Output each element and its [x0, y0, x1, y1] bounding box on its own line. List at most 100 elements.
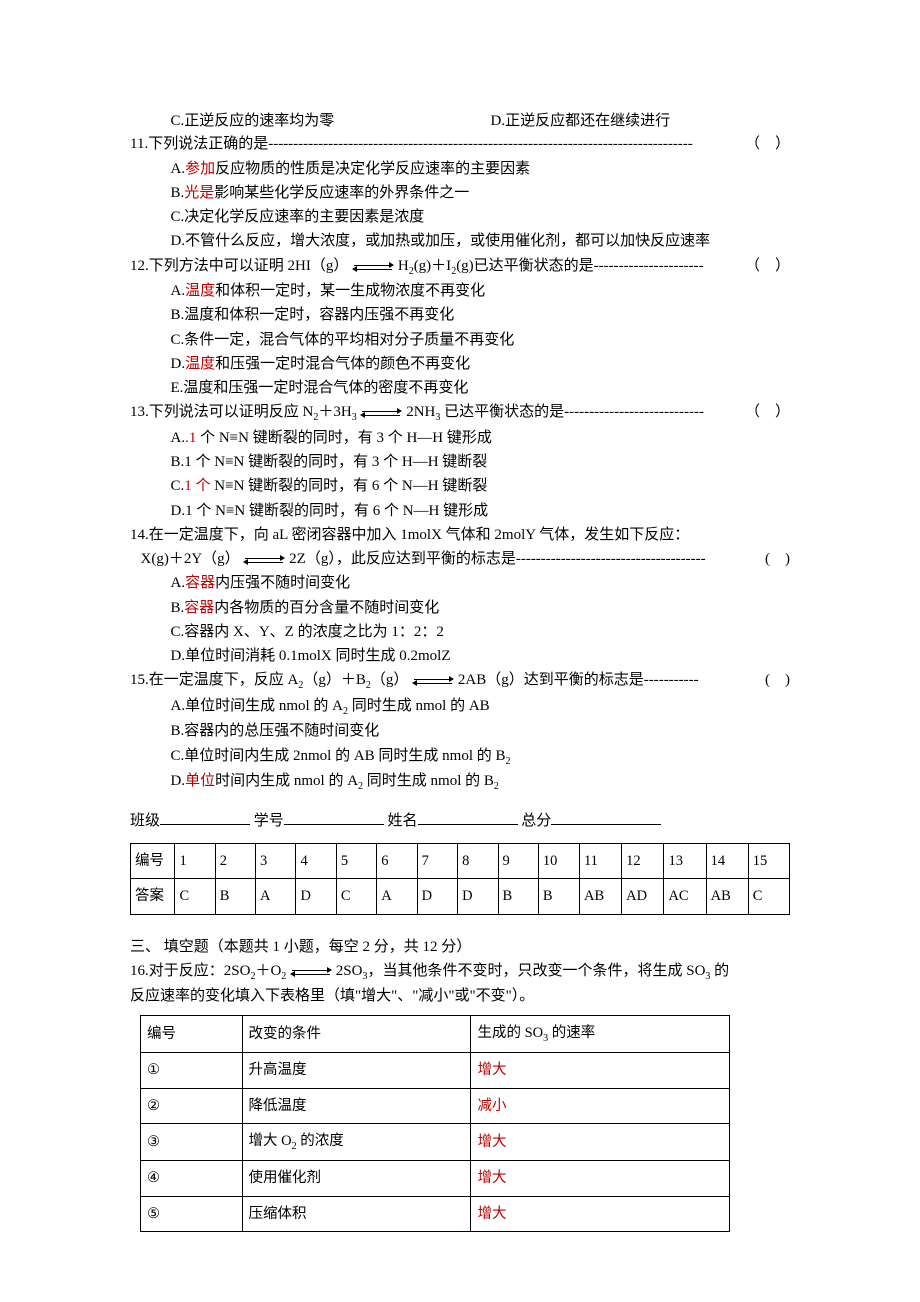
cond-head-1: 编号	[141, 1015, 243, 1052]
table-row: ④使用催化剂增大	[141, 1161, 730, 1196]
q12-tail: （ ）	[739, 255, 790, 278]
condition-table: 编号 改变的条件 生成的 SO3 的速率 ①升高温度增大②降低温度减小③增大 O…	[140, 1015, 730, 1233]
student-info-row: 班级 学号 姓名 总分	[130, 809, 790, 833]
table-cell: 8	[458, 843, 498, 878]
table-cell: 7	[417, 843, 457, 878]
row-cond: 使用催化剂	[242, 1161, 471, 1196]
table-row: 答案CBADCADDBBABADACABC	[131, 879, 790, 914]
q11-stem: 11.下列说法正确的是-----------------------------…	[130, 133, 790, 156]
id-blank	[284, 809, 384, 825]
q11-opt-c: C.决定化学反应速率的主要因素是浓度	[130, 206, 790, 229]
answer-table: 编号123456789101112131415 答案CBADCADDBBABAD…	[130, 843, 790, 915]
row-effect: 增大	[471, 1196, 730, 1231]
table-cell: C	[336, 879, 376, 914]
table-cell: D	[296, 879, 336, 914]
table-cell: 2	[215, 843, 255, 878]
q11-opt-d: D.不管什么反应，增大浓度，或加热或加压，或使用催化剂，都可以加快反应速率	[130, 230, 790, 253]
table-cell: 3	[256, 843, 296, 878]
name-label: 姓名	[388, 813, 418, 829]
row-cond: 升高温度	[242, 1053, 471, 1088]
class-blank	[160, 809, 250, 825]
table-row: ③增大 O2 的浓度增大	[141, 1124, 730, 1161]
q11-tail: （ ）	[739, 133, 790, 156]
q13-opt-d: D.1 个 N≡N 键断裂的同时，有 6 个 N—H 键形成	[130, 500, 790, 523]
q15-tail: ( )	[759, 669, 790, 692]
q14-opt-c: C.容器内 X、Y、Z 的浓度之比为 1：2：2	[130, 621, 790, 644]
table-cell: A	[377, 879, 417, 914]
table-cell: B	[215, 879, 255, 914]
q13-opt-c: C.1 个 N≡N 键断裂的同时，有 6 个 N—H 键断裂	[130, 475, 790, 498]
q14-opt-d: D.单位时间消耗 0.1molX 同时生成 0.2molZ	[130, 645, 790, 668]
q14-opt-b: B.容器内各物质的百分含量不随时间变化	[130, 597, 790, 620]
q12-opt-e: E.温度和压强一定时混合气体的密度不再变化	[130, 377, 790, 400]
row-cond: 压缩体积	[242, 1196, 471, 1231]
q13-stem: 13.下列说法可以证明反应 N2＋3H3 2NH3 已达平衡状态的是------…	[130, 401, 790, 426]
q10-options-cd: C.正逆反应的速率均为零 D.正逆反应都还在继续进行	[130, 110, 790, 133]
table-cell: B	[498, 879, 538, 914]
score-blank	[551, 809, 661, 825]
table-cell: 14	[706, 843, 748, 878]
class-label: 班级	[130, 813, 160, 829]
row-cond: 增大 O2 的浓度	[242, 1124, 471, 1161]
table-cell: C	[175, 879, 215, 914]
row-num: ②	[141, 1088, 243, 1123]
equilibrium-arrow-icon	[243, 555, 285, 564]
row-num: ⑤	[141, 1196, 243, 1231]
q15-opt-d: D.单位时间内生成 nmol 的 A2 同时生成 nmol 的 B2	[130, 770, 790, 795]
table-cell: 15	[748, 843, 789, 878]
q14-tail: ( )	[759, 548, 790, 571]
table-row: ②降低温度减小	[141, 1088, 730, 1123]
table-cell: 6	[377, 843, 417, 878]
table-cell: AB	[706, 879, 748, 914]
cond-head-3: 生成的 SO3 的速率	[471, 1015, 730, 1052]
table-cell: D	[458, 879, 498, 914]
q12-stem: 12.下列方法中可以证明 2HI（g） H2(g)＋I2(g)已达平衡状态的是-…	[130, 255, 790, 280]
q14-stem-2: X(g)＋2Y（g） 2Z（g），此反应达到平衡的标志是------------…	[130, 548, 790, 571]
score-label: 总分	[521, 813, 551, 829]
row-effect: 增大	[471, 1161, 730, 1196]
cond-head-2: 改变的条件	[242, 1015, 471, 1052]
table-cell: 4	[296, 843, 336, 878]
section-3-title: 三、 填空题（本题共 1 小题，每空 2 分，共 12 分）	[130, 936, 790, 959]
table-cell: B	[538, 879, 579, 914]
row-effect: 减小	[471, 1088, 730, 1123]
name-blank	[418, 809, 518, 825]
row-num: ①	[141, 1053, 243, 1088]
equilibrium-arrow-icon	[290, 967, 332, 976]
table-cell: AB	[579, 879, 621, 914]
q15-opt-a: A.单位时间生成 nmol 的 A2 同时生成 nmol 的 AB	[130, 695, 790, 720]
q12-opt-a: A.温度和体积一定时，某一生成物浓度不再变化	[130, 280, 790, 303]
table-cell: 10	[538, 843, 579, 878]
q13-opt-b: B.1 个 N≡N 键断裂的同时，有 3 个 H—H 键断裂	[130, 451, 790, 474]
q13-opt-a: A..1 个 N≡N 键断裂的同时，有 3 个 H—H 键形成	[130, 427, 790, 450]
q15-opt-c: C.单位时间内生成 2nmol 的 AB 同时生成 nmol 的 B2	[130, 745, 790, 770]
q14-stem-1: 14.在一定温度下，向 aL 密闭容器中加入 1molX 气体和 2molY 气…	[130, 524, 790, 547]
q12-opt-d: D.温度和压强一定时混合气体的颜色不再变化	[130, 353, 790, 376]
table-cell: AC	[664, 879, 706, 914]
table-row: 编号123456789101112131415	[131, 843, 790, 878]
row-cond: 降低温度	[242, 1088, 471, 1123]
table-cell: D	[417, 879, 457, 914]
table-row: ⑤压缩体积增大	[141, 1196, 730, 1231]
table-cell: 9	[498, 843, 538, 878]
q14-opt-a: A.容器内压强不随时间变化	[130, 572, 790, 595]
table-row: ①升高温度增大	[141, 1053, 730, 1088]
table-cell: 1	[175, 843, 215, 878]
table-cell: 13	[664, 843, 706, 878]
table-cell: 答案	[131, 879, 175, 914]
table-cell: 12	[622, 843, 664, 878]
table-cell: A	[256, 879, 296, 914]
q10-opt-c: C.正逆反应的速率均为零	[171, 110, 491, 133]
q16-line1: 16.对于反应：2SO2＋O2 2SO3，当其他条件不变时，只改变一个条件，将生…	[130, 960, 790, 985]
q12-opt-c: C.条件一定，混合气体的平均相对分子质量不再变化	[130, 329, 790, 352]
q13-tail: （ ）	[739, 401, 790, 424]
q11-opt-a: A.参加反应物质的性质是决定化学反应速率的主要因素	[130, 158, 790, 181]
table-cell: AD	[622, 879, 664, 914]
q10-opt-d: D.正逆反应都还在继续进行	[491, 110, 671, 133]
row-num: ③	[141, 1124, 243, 1161]
q11-opt-b: B.光是影响某些化学反应速率的外界条件之一	[130, 182, 790, 205]
equilibrium-arrow-icon	[412, 676, 454, 685]
q15-stem: 15.在一定温度下，反应 A2（g）＋B2（g） 2AB（g）达到平衡的标志是-…	[130, 669, 790, 694]
q16-line2: 反应速率的变化填入下表格里（填"增大"、"减小"或"不变"）。	[130, 985, 790, 1008]
table-cell: C	[748, 879, 789, 914]
